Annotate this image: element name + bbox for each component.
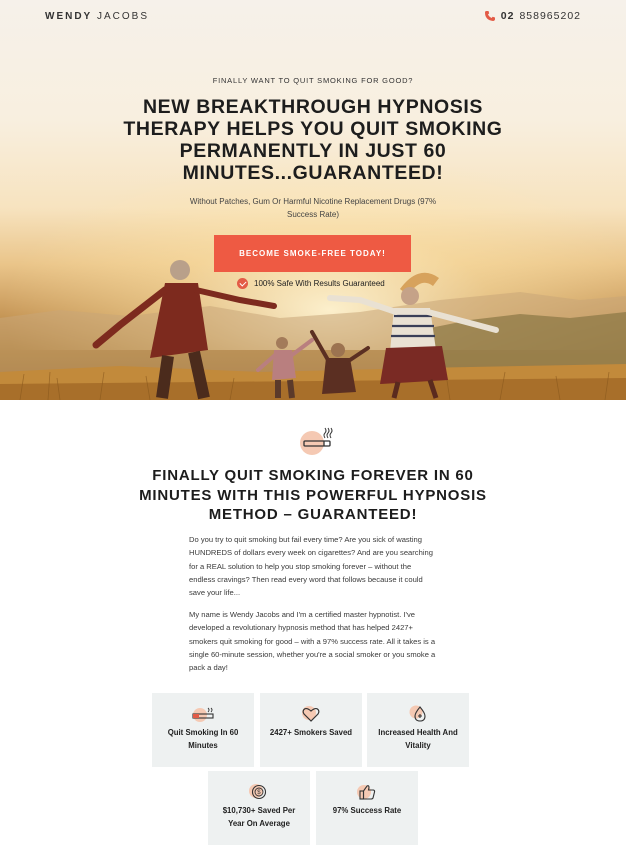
check-circle-icon	[237, 278, 248, 289]
feature-card-money-saved: $ $10,730+ Saved Per Year On Average	[208, 771, 310, 845]
feature-label: 2427+ Smokers Saved	[269, 728, 353, 737]
feature-card-smokers-saved: 2427+ Smokers Saved	[260, 693, 362, 767]
feature-card-quit-smoking: Quit Smoking In 60 Minutes	[152, 693, 254, 767]
phone-prefix: 02	[500, 10, 515, 22]
top-bar: WENDY JACOBS 02 858965202	[0, 0, 626, 34]
hero-section: WENDY JACOBS 02 858965202 FINALLY WANT T…	[0, 0, 626, 400]
thumbs-up-icon	[357, 785, 376, 800]
about-paragraph: My name is Wendy Jacobs and I'm a certif…	[189, 610, 436, 673]
section-title: FINALLY QUIT SMOKING FOREVER IN 60 MINUT…	[139, 467, 487, 523]
health-drop-icon	[409, 705, 426, 722]
phone-link[interactable]: 02 858965202	[484, 10, 581, 22]
no-smoking-cigarette-icon	[300, 427, 333, 455]
guarantee-line: 100% Safe With Results Guaranteed	[237, 278, 385, 289]
feature-label: 97% Success Rate	[332, 806, 402, 815]
feature-card-success-rate: 97% Success Rate	[316, 771, 418, 845]
logo-first: WENDY	[45, 11, 93, 22]
feature-label: $10,730+ Saved Per Year On Average	[222, 806, 296, 828]
feature-label: Quit Smoking In 60 Minutes	[167, 728, 239, 750]
cigarette-icon	[192, 707, 214, 722]
phone-number: 858965202	[519, 10, 581, 22]
logo[interactable]: WENDY JACOBS	[45, 11, 149, 22]
guarantee-text: 100% Safe With Results Guaranteed	[254, 279, 385, 288]
feature-card-health: Increased Health And Vitality	[367, 693, 469, 767]
become-smoke-free-button[interactable]: BECOME SMOKE-FREE TODAY!	[214, 235, 411, 272]
hero-eyebrow: FINALLY WANT TO QUIT SMOKING FOR GOOD?	[212, 76, 414, 85]
phone-icon	[484, 11, 495, 21]
intro-paragraph: Do you try to quit smoking but fail ever…	[189, 535, 433, 598]
hero-subhead: Without Patches, Gum Or Harmful Nicotine…	[189, 197, 437, 219]
money-icon: $	[249, 784, 267, 800]
feature-label: Increased Health And Vitality	[378, 728, 458, 750]
logo-last: JACOBS	[97, 11, 150, 22]
hero-headline: NEW BREAKTHROUGH HYPNOSIS THERAPY HELPS …	[123, 96, 503, 184]
heart-icon	[302, 706, 320, 722]
